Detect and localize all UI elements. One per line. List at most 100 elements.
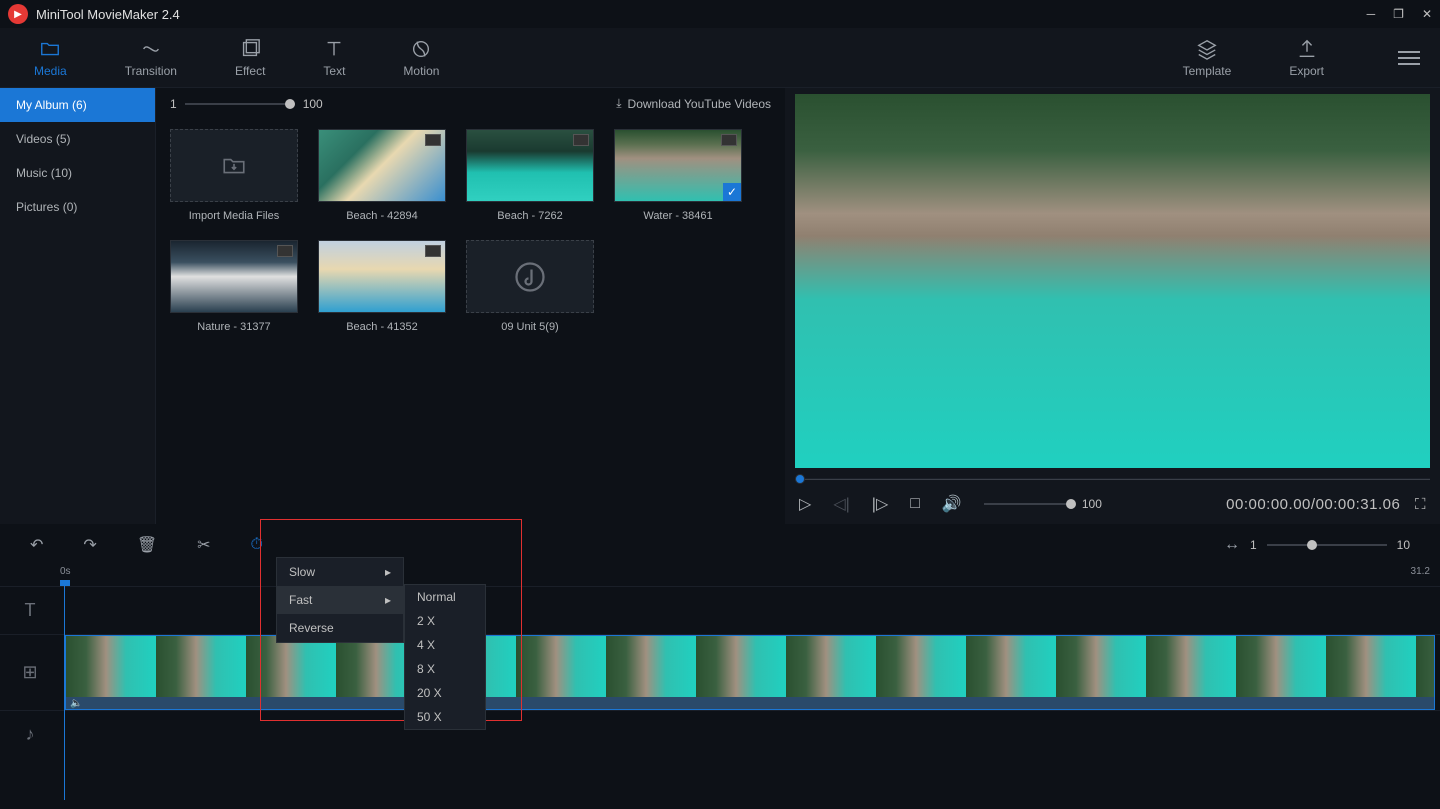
app-title: MiniTool MovieMaker 2.4 — [36, 7, 180, 22]
undo-button[interactable]: ↶ — [30, 535, 43, 555]
video-badge-icon — [425, 245, 441, 257]
menu-item-20x[interactable]: 20 X — [405, 681, 485, 705]
media-panel: 1 100 ⤓ Download YouTube Videos Import M… — [156, 88, 785, 524]
video-badge-icon — [573, 134, 589, 146]
maximize-button[interactable]: ❐ — [1393, 7, 1404, 21]
timeline-zoom-slider[interactable] — [1267, 544, 1387, 546]
transition-icon — [140, 38, 162, 60]
volume-slider[interactable]: 100 — [984, 497, 1102, 511]
motion-icon — [410, 38, 432, 60]
fit-button[interactable]: ↔ — [1224, 536, 1240, 554]
download-icon: ⤓ — [616, 96, 621, 111]
effect-icon — [239, 38, 261, 60]
media-item-label: Beach - 7262 — [497, 210, 562, 222]
sidebar-item-label: Videos — [16, 132, 52, 146]
clip-audio-strip — [66, 697, 1434, 709]
template-icon — [1196, 38, 1218, 60]
export-label: Export — [1289, 64, 1324, 78]
folder-icon — [39, 38, 61, 60]
media-item-label: Beach - 41352 — [346, 321, 418, 333]
sidebar-item-pictures[interactable]: Pictures (0) — [0, 190, 155, 224]
tab-text-label: Text — [323, 64, 345, 78]
video-track[interactable]: ⊞ 🔈 — [0, 634, 1440, 710]
media-item[interactable]: Beach - 7262 — [466, 129, 594, 222]
media-item[interactable]: Beach - 42894 — [318, 129, 446, 222]
close-button[interactable]: ✕ — [1422, 7, 1432, 21]
video-badge-icon — [277, 245, 293, 257]
preview-panel: ▷ ◁| |▷ □ 🔊 100 00:00:00.00/00:00:31.06 … — [785, 88, 1440, 524]
text-track[interactable]: T — [0, 586, 1440, 634]
menu-item-slow[interactable]: Slow▸ — [277, 558, 403, 586]
play-button[interactable]: ▷ — [799, 494, 811, 514]
playhead-line[interactable] — [64, 580, 65, 800]
menu-item-normal[interactable]: Normal — [405, 585, 485, 609]
tab-motion-label: Motion — [403, 64, 439, 78]
text-track-icon: T — [0, 587, 60, 634]
menu-item-fast[interactable]: Fast▸ — [277, 586, 403, 614]
audio-track-icon: ♪ — [0, 711, 60, 758]
download-youtube-link[interactable]: ⤓ Download YouTube Videos — [616, 96, 771, 111]
sidebar-item-label: Music — [16, 166, 47, 180]
media-item[interactable]: Nature - 31377 — [170, 240, 298, 333]
speed-button[interactable]: ⏱ — [251, 536, 263, 554]
media-item-label: Water - 38461 — [643, 210, 712, 222]
download-link-label: Download YouTube Videos — [628, 97, 771, 111]
redo-button[interactable]: ↷ — [83, 535, 96, 555]
thumb-zoom-slider[interactable]: 1 100 — [170, 97, 323, 111]
delete-button[interactable]: 🗑 — [137, 535, 157, 555]
video-clip[interactable]: 🔈 — [65, 635, 1435, 710]
media-item[interactable]: 09 Unit 5(9) — [466, 240, 594, 333]
titlebar: MiniTool MovieMaker 2.4 ─ ❐ ✕ — [0, 0, 1440, 28]
audio-track[interactable]: ♪ — [0, 710, 1440, 758]
tab-motion[interactable]: Motion — [389, 32, 453, 84]
next-frame-button[interactable]: |▷ — [872, 494, 888, 514]
menu-item-4x[interactable]: 4 X — [405, 633, 485, 657]
tl-zoom-min: 1 — [1250, 538, 1257, 552]
tab-transition[interactable]: Transition — [111, 32, 191, 84]
fullscreen-button[interactable]: ⛶ — [1415, 496, 1426, 513]
media-item[interactable]: Beach - 41352 — [318, 240, 446, 333]
speaker-icon: 🔈 — [70, 698, 82, 709]
sidebar-item-myalbum[interactable]: My Album (6) — [0, 88, 155, 122]
import-media-button[interactable]: Import Media Files — [170, 129, 298, 222]
template-button[interactable]: Template — [1169, 32, 1246, 84]
timeline-ruler[interactable]: 0s 31.2 — [60, 566, 1430, 586]
media-item-label: Import Media Files — [189, 210, 279, 222]
split-button[interactable]: ✂ — [197, 535, 210, 555]
menu-item-8x[interactable]: 8 X — [405, 657, 485, 681]
sidebar-item-videos[interactable]: Videos (5) — [0, 122, 155, 156]
tab-transition-label: Transition — [125, 64, 177, 78]
minimize-button[interactable]: ─ — [1367, 7, 1376, 21]
tab-effect[interactable]: Effect — [221, 32, 279, 84]
media-item-label: 09 Unit 5(9) — [501, 321, 558, 333]
app-logo — [8, 4, 28, 24]
volume-icon[interactable]: 🔊 — [942, 494, 962, 514]
tab-text[interactable]: Text — [309, 32, 359, 84]
export-icon — [1296, 38, 1318, 60]
preview-scrubber[interactable] — [795, 474, 1430, 484]
video-badge-icon — [721, 134, 737, 146]
sidebar-item-count: (6) — [72, 98, 87, 112]
sidebar-item-label: Pictures — [16, 200, 59, 214]
prev-frame-button[interactable]: ◁| — [833, 494, 849, 514]
import-icon — [219, 153, 249, 179]
media-item[interactable]: ✓ Water - 38461 — [614, 129, 742, 222]
sidebar-item-count: (5) — [56, 132, 71, 146]
zoom-max: 100 — [303, 97, 323, 111]
preview-viewport[interactable] — [795, 94, 1430, 468]
main-toolbar: Media Transition Effect Text Motion Temp… — [0, 28, 1440, 88]
menu-item-reverse[interactable]: Reverse — [277, 614, 403, 642]
menu-item-2x[interactable]: 2 X — [405, 609, 485, 633]
timecode: 00:00:00.00/00:00:31.06 ⛶ — [1226, 496, 1426, 513]
timeline: ↶ ↷ 🗑 ✂ ⏱ ↔ 1 10 0s 31.2 T ⊞ 🔈 — [0, 524, 1440, 809]
menu-item-50x[interactable]: 50 X — [405, 705, 485, 729]
media-item-label: Nature - 31377 — [197, 321, 270, 333]
sidebar-item-count: (10) — [51, 166, 72, 180]
tab-media[interactable]: Media — [20, 32, 81, 84]
music-note-icon — [512, 259, 548, 295]
export-button[interactable]: Export — [1275, 32, 1338, 84]
menu-button[interactable] — [1398, 51, 1420, 65]
stop-button[interactable]: □ — [910, 495, 920, 513]
sidebar-item-music[interactable]: Music (10) — [0, 156, 155, 190]
chevron-right-icon: ▸ — [385, 565, 391, 579]
